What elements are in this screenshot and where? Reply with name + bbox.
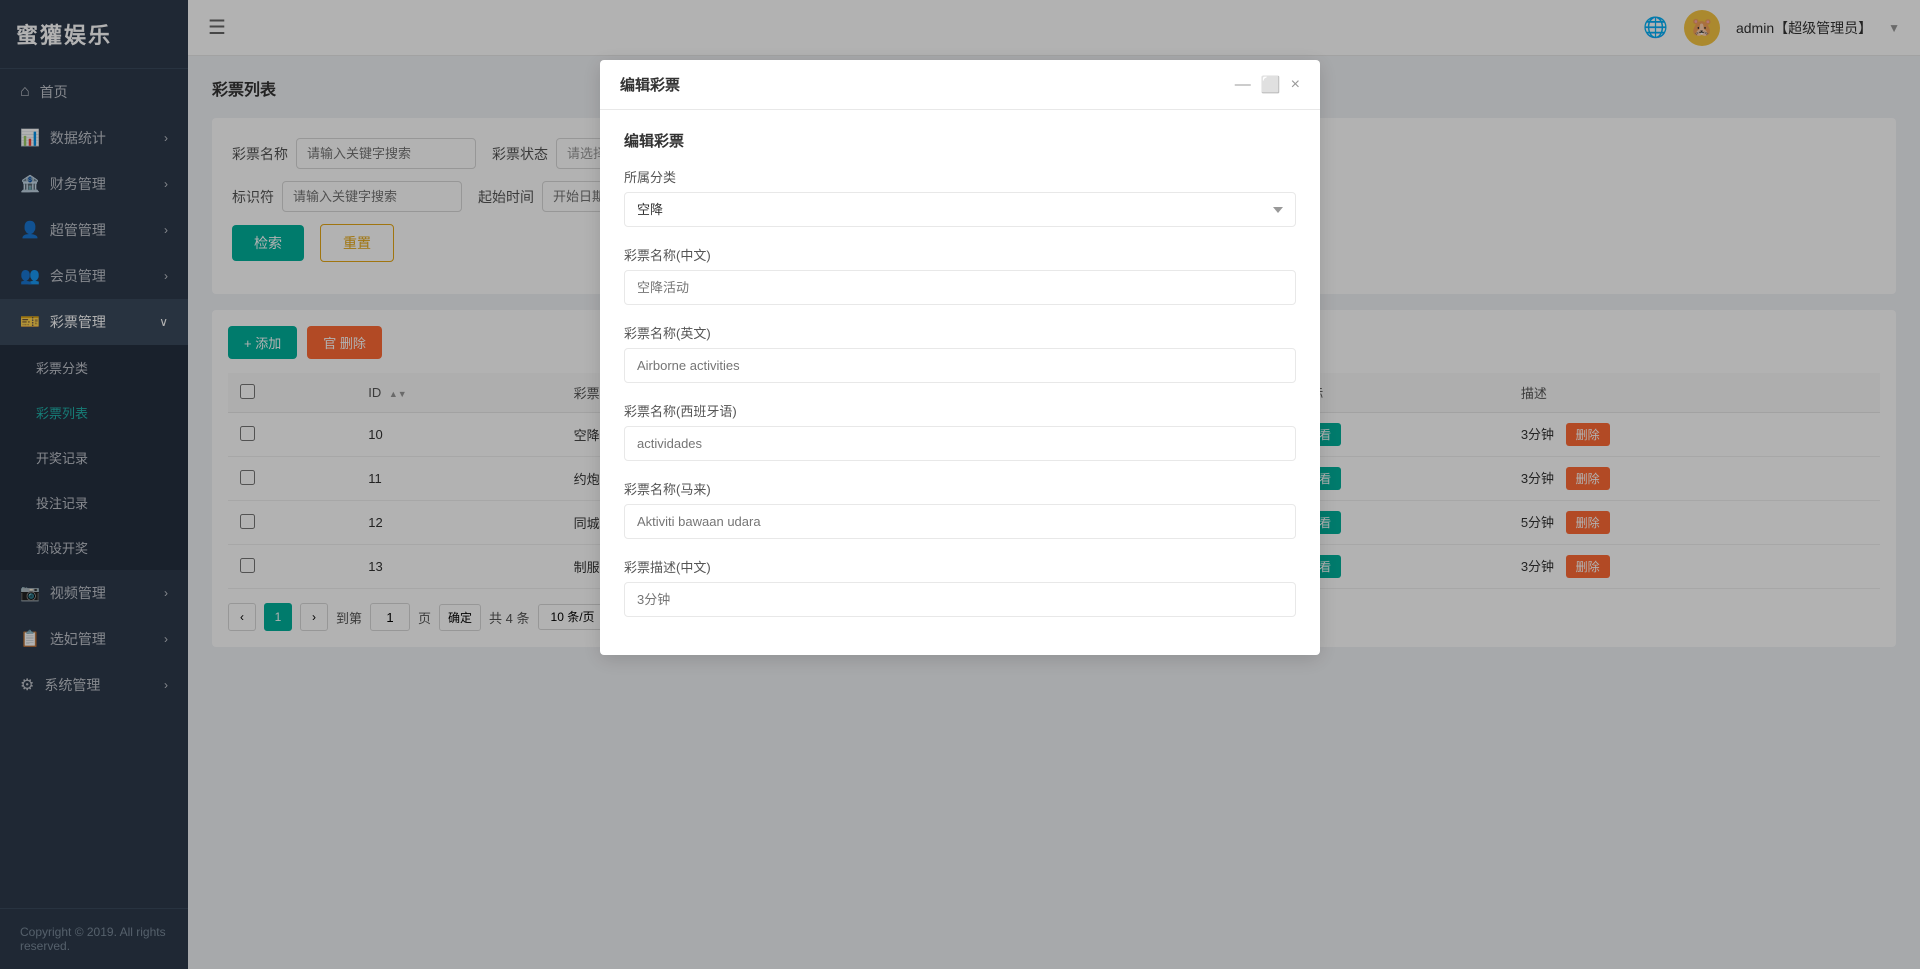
modal-field-desc-cn-label: 彩票描述(中文) [624, 557, 1296, 576]
modal-close-button[interactable]: × [1291, 76, 1300, 94]
edit-modal: 编辑彩票 — ⬜ × 编辑彩票 所属分类 空降 [600, 60, 1320, 655]
modal-field-name-en: 彩票名称(英文) [624, 323, 1296, 383]
modal-name-es-input[interactable] [624, 426, 1296, 461]
modal-maximize-button[interactable]: ⬜ [1261, 75, 1281, 95]
modal-overlay[interactable]: 编辑彩票 — ⬜ × 编辑彩票 所属分类 空降 [188, 56, 1920, 969]
modal-name-ms-input[interactable] [624, 504, 1296, 539]
modal-field-name-es-label: 彩票名称(西班牙语) [624, 401, 1296, 420]
modal-controls: — ⬜ × [1235, 75, 1300, 95]
modal-name-en-input[interactable] [624, 348, 1296, 383]
modal-field-name-ms-label: 彩票名称(马来) [624, 479, 1296, 498]
modal-field-desc-cn: 彩票描述(中文) [624, 557, 1296, 617]
modal-category-select[interactable]: 空降 [624, 192, 1296, 227]
modal-title: 编辑彩票 [620, 74, 680, 95]
modal-field-name-cn-label: 彩票名称(中文) [624, 245, 1296, 264]
modal-header: 编辑彩票 — ⬜ × [600, 60, 1320, 110]
modal-field-name-es: 彩票名称(西班牙语) [624, 401, 1296, 461]
modal-field-name-cn: 彩票名称(中文) [624, 245, 1296, 305]
modal-minimize-button[interactable]: — [1235, 76, 1251, 94]
modal-field-category-label: 所属分类 [624, 167, 1296, 186]
modal-field-name-ms: 彩票名称(马来) [624, 479, 1296, 539]
modal-name-cn-input[interactable] [624, 270, 1296, 305]
modal-field-category: 所属分类 空降 [624, 167, 1296, 227]
page-content: 彩票列表 彩票名称 彩票状态 请选择 所属分类 请选择 [188, 56, 1920, 969]
modal-section-title: 编辑彩票 [624, 130, 1296, 151]
modal-field-name-en-label: 彩票名称(英文) [624, 323, 1296, 342]
main-wrap: ☰ 🌐 🐹 admin【超级管理员】 ▼ 彩票列表 彩票名称 彩票状态 请选择 [188, 0, 1920, 969]
modal-desc-cn-input[interactable] [624, 582, 1296, 617]
modal-body: 编辑彩票 所属分类 空降 彩票名称(中文) 彩票名称(英文) [600, 110, 1320, 655]
